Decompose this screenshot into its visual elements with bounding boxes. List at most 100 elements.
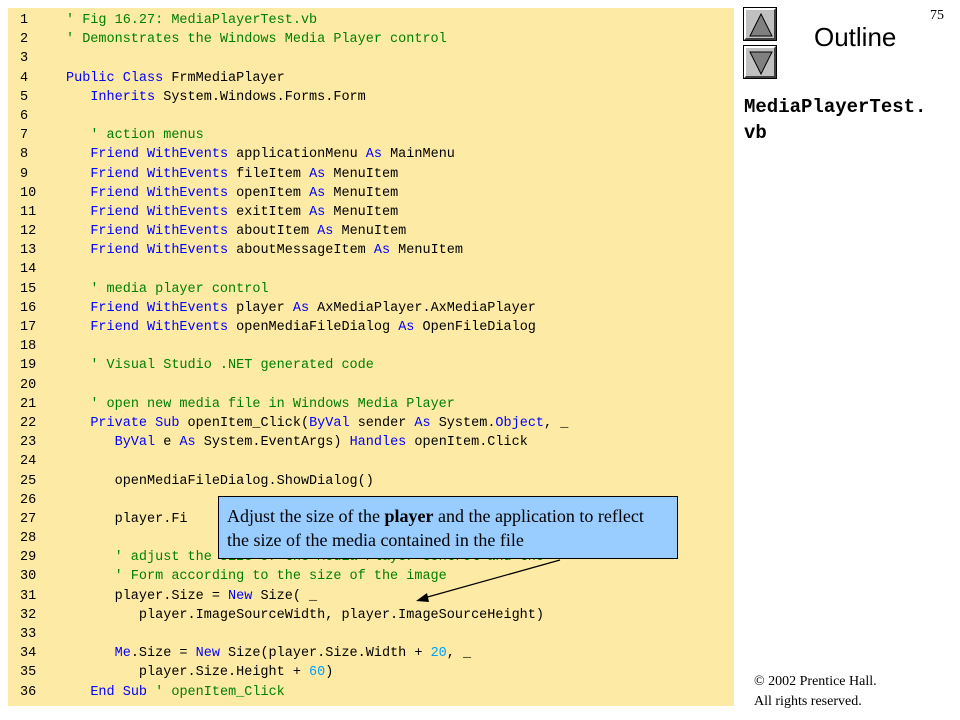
code-text: Friend WithEvents player As AxMediaPlaye… [90, 300, 536, 316]
line-number: 15 [20, 281, 37, 297]
line-number: 10 [20, 185, 37, 201]
code-line: 13 Friend WithEvents aboutMessageItem As… [8, 241, 734, 260]
code-line: 15 ' media player control [8, 280, 734, 299]
line-number: 20 [20, 377, 37, 393]
code-text: Private Sub openItem_Click(ByVal sender … [90, 415, 569, 431]
callout-text-before: Adjust the size of the [227, 506, 385, 526]
code-text: ' Fig 16.27: MediaPlayerTest.vb [66, 13, 318, 28]
code-text: ' Demonstrates the Windows Media Player … [66, 32, 447, 48]
line-number: 2 [20, 32, 29, 48]
code-line: 32 player.ImageSourceWidth, player.Image… [8, 606, 734, 625]
code-text: openMediaFileDialog.ShowDialog() [66, 473, 374, 489]
code-line: 5 Inherits System.Windows.Forms.Form [8, 88, 734, 107]
code-text: Inherits System.Windows.Forms.Form [90, 89, 366, 105]
copyright-line-2: All rights reserved. [754, 694, 862, 709]
line-number: 33 [20, 627, 37, 642]
code-text: player.Size = New Size( _ [66, 588, 318, 604]
code-text: Friend WithEvents applicationMenu As Mai… [90, 147, 455, 163]
line-number: 4 [20, 70, 29, 86]
code-line: 34 Me.Size = New Size(player.Size.Width … [8, 644, 734, 663]
copyright: © 2002 Prentice Hall. All rights reserve… [754, 672, 954, 712]
code-line: 2 ' Demonstrates the Windows Media Player… [8, 30, 734, 49]
line-number: 31 [20, 588, 37, 604]
line-number: 3 [20, 51, 29, 67]
line-number: 19 [20, 358, 37, 374]
code-text: ' action menus [90, 128, 204, 144]
code-line: 12 Friend WithEvents aboutItem As MenuIt… [8, 222, 734, 241]
code-line: 6 [8, 107, 734, 126]
line-number: 21 [20, 396, 37, 412]
code-text: player.ImageSourceWidth, player.ImageSou… [66, 607, 544, 623]
code-line: 7 ' action menus [8, 126, 734, 145]
code-line: 20 [8, 376, 734, 395]
code-line: 25 openMediaFileDialog.ShowDialog() [8, 472, 734, 491]
outline-title: Outline [814, 22, 897, 52]
line-number: 24 [20, 454, 37, 470]
file-name: MediaPlayerTest. vb [744, 94, 954, 146]
code-text: Friend WithEvents openMediaFileDialog As… [90, 320, 536, 335]
code-text: Public Class FrmMediaPlayer [66, 70, 285, 86]
line-number: 30 [20, 569, 37, 585]
code-text: ' media player control [90, 281, 269, 297]
code-line: 21 ' open new media file in Windows Medi… [8, 395, 734, 414]
line-number: 27 [20, 511, 37, 527]
code-text: Me.Size = New Size(player.Size.Width + 2… [114, 646, 472, 662]
line-number: 16 [20, 300, 37, 316]
page-number: 75 [930, 8, 944, 23]
line-number: 5 [20, 89, 29, 105]
line-number: 6 [20, 108, 29, 124]
line-number: 32 [20, 607, 37, 623]
triangle-down-icon [749, 51, 773, 75]
code-line: 3 [8, 49, 734, 68]
line-number: 34 [20, 646, 37, 662]
code-line: 23 ByVal e As System.EventArgs) Handles … [8, 433, 734, 452]
copyright-line-1: © 2002 Prentice Hall. [754, 674, 877, 689]
line-number: 28 [20, 531, 37, 547]
file-name-line-2: vb [744, 122, 767, 144]
next-slide-button[interactable] [743, 45, 777, 79]
code-text: ' open new media file in Windows Media P… [90, 396, 455, 412]
code-text: ByVal e As System.EventArgs) Handles ope… [114, 435, 528, 451]
code-line: 16 Friend WithEvents player As AxMediaPl… [8, 299, 734, 318]
code-line: 19 ' Visual Studio .NET generated code [8, 356, 734, 375]
line-number: 1 [20, 13, 29, 28]
code-line: 36 End Sub ' openItem_Click [8, 683, 734, 702]
callout-box: Adjust the size of the player and the ap… [218, 496, 678, 559]
code-line: 22 Private Sub openItem_Click(ByVal send… [8, 414, 734, 433]
line-number: 11 [20, 204, 37, 220]
line-number: 13 [20, 243, 37, 259]
code-line: 10 Friend WithEvents openItem As MenuIte… [8, 184, 734, 203]
code-line: 4 Public Class FrmMediaPlayer [8, 69, 734, 88]
code-line: 14 [8, 260, 734, 279]
file-name-line-1: MediaPlayerTest. [744, 96, 927, 118]
code-text: ' Form according to the size of the imag… [114, 569, 447, 585]
line-number: 25 [20, 473, 37, 489]
code-text: Friend WithEvents fileItem As MenuItem [90, 166, 399, 182]
code-text: player.Size.Height + 60) [66, 665, 334, 681]
line-number: 9 [20, 166, 29, 182]
line-number: 22 [20, 415, 37, 431]
code-line: 30 ' Form according to the size of the i… [8, 567, 734, 586]
triangle-up-icon [749, 13, 773, 37]
code-text: ' Visual Studio .NET generated code [90, 358, 374, 374]
code-line: 17 Friend WithEvents openMediaFileDialog… [8, 318, 734, 337]
line-number: 35 [20, 665, 37, 681]
code-text: player.Fi [66, 511, 188, 527]
code-text: End Sub ' openItem_Click [90, 684, 285, 700]
previous-slide-button[interactable] [743, 7, 777, 41]
line-number: 14 [20, 262, 37, 278]
code-text: Friend WithEvents exitItem As MenuItem [90, 204, 399, 220]
line-number: 23 [20, 435, 37, 451]
code-line: 31 player.Size = New Size( _ [8, 587, 734, 606]
line-number: 17 [20, 320, 37, 335]
line-number: 36 [20, 684, 37, 700]
line-number: 8 [20, 147, 29, 163]
line-number: 12 [20, 224, 37, 240]
line-number: 29 [20, 550, 37, 566]
code-line: 24 [8, 452, 734, 471]
code-line: 9 Friend WithEvents fileItem As MenuItem [8, 165, 734, 184]
line-number: 7 [20, 128, 29, 144]
code-line: 1 ' Fig 16.27: MediaPlayerTest.vb [8, 11, 734, 30]
code-line: 8 Friend WithEvents applicationMenu As M… [8, 145, 734, 164]
code-text: Friend WithEvents openItem As MenuItem [90, 185, 399, 201]
